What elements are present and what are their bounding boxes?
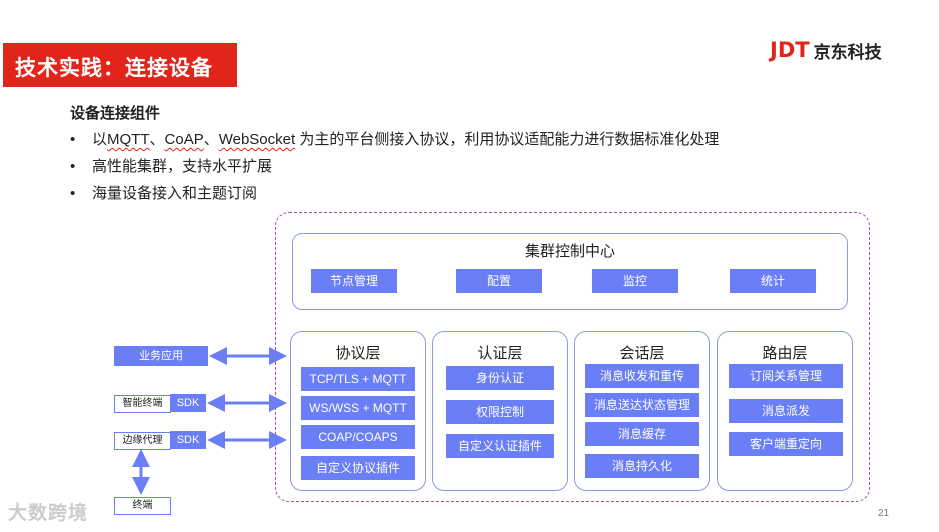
connector-arrows [132,347,287,495]
page-number: 21 [878,508,890,519]
watermark: 大数跨境 [8,503,89,524]
